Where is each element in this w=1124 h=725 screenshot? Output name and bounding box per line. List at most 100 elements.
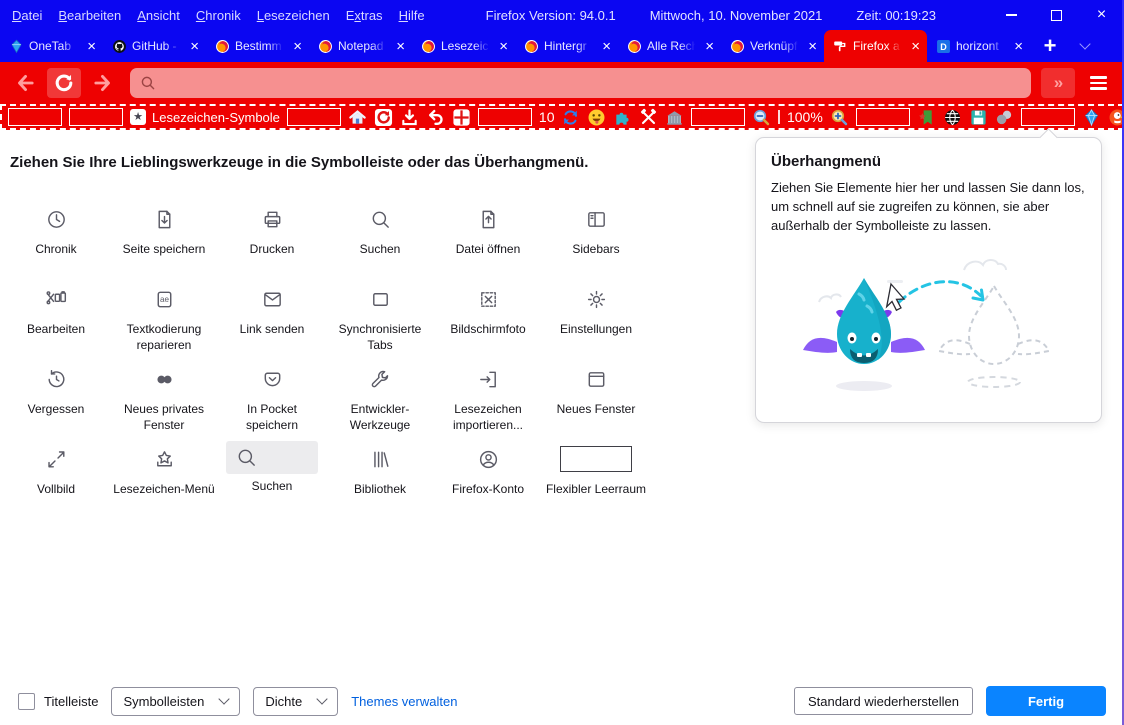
zoom-out-icon[interactable]: [752, 108, 771, 127]
toolbar-drop-slot[interactable]: [69, 108, 123, 126]
tab-close-icon[interactable]: ×: [1012, 39, 1025, 54]
toolbox-item-email-link[interactable]: Link senden: [218, 277, 326, 357]
toolbox-item-forget[interactable]: Vergessen: [2, 357, 110, 437]
toolbox-item-screenshot[interactable]: Bildschirmfoto: [434, 277, 542, 357]
toolbox-item-firefox-account[interactable]: Firefox-Konto: [434, 437, 542, 517]
tab-hintergr[interactable]: Hintergr ×: [515, 30, 618, 62]
tab-firefox-a[interactable]: Firefox a ×: [824, 30, 927, 62]
tab-verkn-pf[interactable]: Verknüpf ×: [721, 30, 824, 62]
tab-notepad[interactable]: Notepad ×: [309, 30, 412, 62]
new-tab-button[interactable]: +: [1030, 30, 1070, 62]
sync-blue-icon[interactable]: [561, 108, 580, 127]
manage-themes-link[interactable]: Themes verwalten: [351, 694, 457, 709]
reload-red-icon[interactable]: [374, 108, 393, 127]
toolbox-item-import-bookmarks[interactable]: Lesezeichen importieren...: [434, 357, 542, 437]
tab-close-icon[interactable]: ×: [394, 39, 407, 54]
toolbox-item-flexible-space[interactable]: Flexibler Leerraum: [542, 437, 650, 517]
bookmarks-toolbar[interactable]: ★ Lesezeichen-Symbole10100%UO0: [0, 104, 1124, 130]
tab-close-icon[interactable]: ×: [497, 39, 510, 54]
toolbar-drop-slot[interactable]: [287, 108, 341, 126]
menu-hilfe[interactable]: Hilfe: [391, 8, 433, 23]
toolbox-item-settings[interactable]: Einstellungen: [542, 277, 650, 357]
titlebar-checkbox[interactable]: [18, 693, 35, 710]
tab-close-icon[interactable]: ×: [703, 39, 716, 54]
spheres-icon[interactable]: [995, 108, 1014, 127]
reload-button[interactable]: [47, 68, 81, 98]
toolbox-item-history[interactable]: Chronik: [2, 197, 110, 277]
menu-extras[interactable]: Extras: [338, 8, 391, 23]
toolbox-item-search-bar[interactable]: Suchen: [218, 437, 326, 517]
toolbar-drop-slot[interactable]: [478, 108, 532, 126]
toolbox-item-bookmarks-menu[interactable]: Lesezeichen-Menü: [110, 437, 218, 517]
toolbox-item-sidebars[interactable]: Sidebars: [542, 197, 650, 277]
toolbox-item-print[interactable]: Drucken: [218, 197, 326, 277]
toolbox-item-devtools[interactable]: Entwickler-Werkzeuge: [326, 357, 434, 437]
maximize-button[interactable]: [1034, 0, 1079, 30]
toolbar-drop-slot[interactable]: [1021, 108, 1075, 126]
tab-close-icon[interactable]: ×: [188, 39, 201, 54]
toolbar-text-10[interactable]: 10: [539, 109, 555, 125]
toolbox-item-new-window[interactable]: Neues Fenster: [542, 357, 650, 437]
list-all-tabs-button[interactable]: [1070, 30, 1100, 62]
grid-red-icon[interactable]: [452, 108, 471, 127]
menu-datei[interactable]: Datei: [4, 8, 50, 23]
forward-button[interactable]: [86, 68, 120, 98]
mail-icon: [261, 281, 284, 317]
tab-onetab[interactable]: OneTab ×: [0, 30, 103, 62]
toolbox-item-new-private-window[interactable]: Neues privates Fenster: [110, 357, 218, 437]
tab-github[interactable]: GitHub - ×: [103, 30, 206, 62]
bookmark-green-icon[interactable]: [917, 108, 936, 127]
gem-icon[interactable]: [1082, 108, 1101, 127]
toolbar-text-100[interactable]: 100%: [787, 109, 823, 125]
undo-icon[interactable]: [426, 108, 445, 127]
toolbox-item-library[interactable]: Bibliothek: [326, 437, 434, 517]
tab-horizont[interactable]: D horizont ×: [927, 30, 1030, 62]
toolbar-drop-slot[interactable]: [8, 108, 62, 126]
download-icon[interactable]: [400, 108, 419, 127]
tab-alle-rech[interactable]: Alle Rech ×: [618, 30, 721, 62]
puzzle-icon[interactable]: [613, 108, 632, 127]
smiley-icon[interactable]: [587, 108, 606, 127]
restore-defaults-button[interactable]: Standard wiederherstellen: [794, 687, 973, 715]
done-button[interactable]: Fertig: [986, 686, 1106, 716]
bookmarks-folder-lesezeichen-symbole[interactable]: ★ Lesezeichen-Symbole: [130, 109, 280, 125]
menu-lesezeichen[interactable]: Lesezeichen: [249, 8, 338, 23]
minimize-button[interactable]: [989, 0, 1034, 30]
app-menu-button[interactable]: [1080, 68, 1116, 98]
toolbox-item-text-encoding[interactable]: aeTextkodierung reparieren: [110, 277, 218, 357]
menu-chronik[interactable]: Chronik: [188, 8, 249, 23]
toolbar-separator: [778, 110, 780, 124]
floppy-icon[interactable]: [969, 108, 988, 127]
toolbox-item-edit[interactable]: Bearbeiten: [2, 277, 110, 357]
building-icon[interactable]: [665, 108, 684, 127]
tab-close-icon[interactable]: ×: [85, 39, 98, 54]
urlbar[interactable]: [130, 68, 1031, 98]
density-dropdown[interactable]: Dichte: [253, 687, 338, 716]
duck-icon[interactable]: [1108, 108, 1124, 127]
toolbox-item-synced-tabs[interactable]: Synchronisierte Tabs: [326, 277, 434, 357]
toolbar-drop-slot[interactable]: [856, 108, 910, 126]
toolbar-drop-slot[interactable]: [691, 108, 745, 126]
tab-bestimm[interactable]: Bestimm ×: [206, 30, 309, 62]
home-icon[interactable]: [348, 108, 367, 127]
tab-close-icon[interactable]: ×: [600, 39, 613, 54]
tab-close-icon[interactable]: ×: [909, 39, 922, 54]
tab-lesezeich[interactable]: Lesezeich ×: [412, 30, 515, 62]
back-button[interactable]: [8, 68, 42, 98]
toolbox-item-save-page[interactable]: Seite speichern: [110, 197, 218, 277]
tab-close-icon[interactable]: ×: [291, 39, 304, 54]
close-button[interactable]: ×: [1079, 0, 1124, 30]
toolbox-item-search[interactable]: Suchen: [326, 197, 434, 277]
tab-close-icon[interactable]: ×: [806, 39, 819, 54]
toolbox-item-open-file[interactable]: Datei öffnen: [434, 197, 542, 277]
overflow-panel-dropzone[interactable]: Überhangmenü Ziehen Sie Elemente hier he…: [755, 137, 1102, 423]
menu-ansicht[interactable]: Ansicht: [129, 8, 188, 23]
toolbox-item-fullscreen[interactable]: Vollbild: [2, 437, 110, 517]
toolbars-dropdown[interactable]: Symbolleisten: [111, 687, 240, 716]
menu-bearbeiten[interactable]: Bearbeiten: [50, 8, 129, 23]
zoom-in-icon[interactable]: [830, 108, 849, 127]
globe-bw-icon[interactable]: [943, 108, 962, 127]
toolbox-item-pocket[interactable]: In Pocket speichern: [218, 357, 326, 437]
tools-icon[interactable]: [639, 108, 658, 127]
overflow-menu-button[interactable]: »: [1041, 68, 1075, 98]
